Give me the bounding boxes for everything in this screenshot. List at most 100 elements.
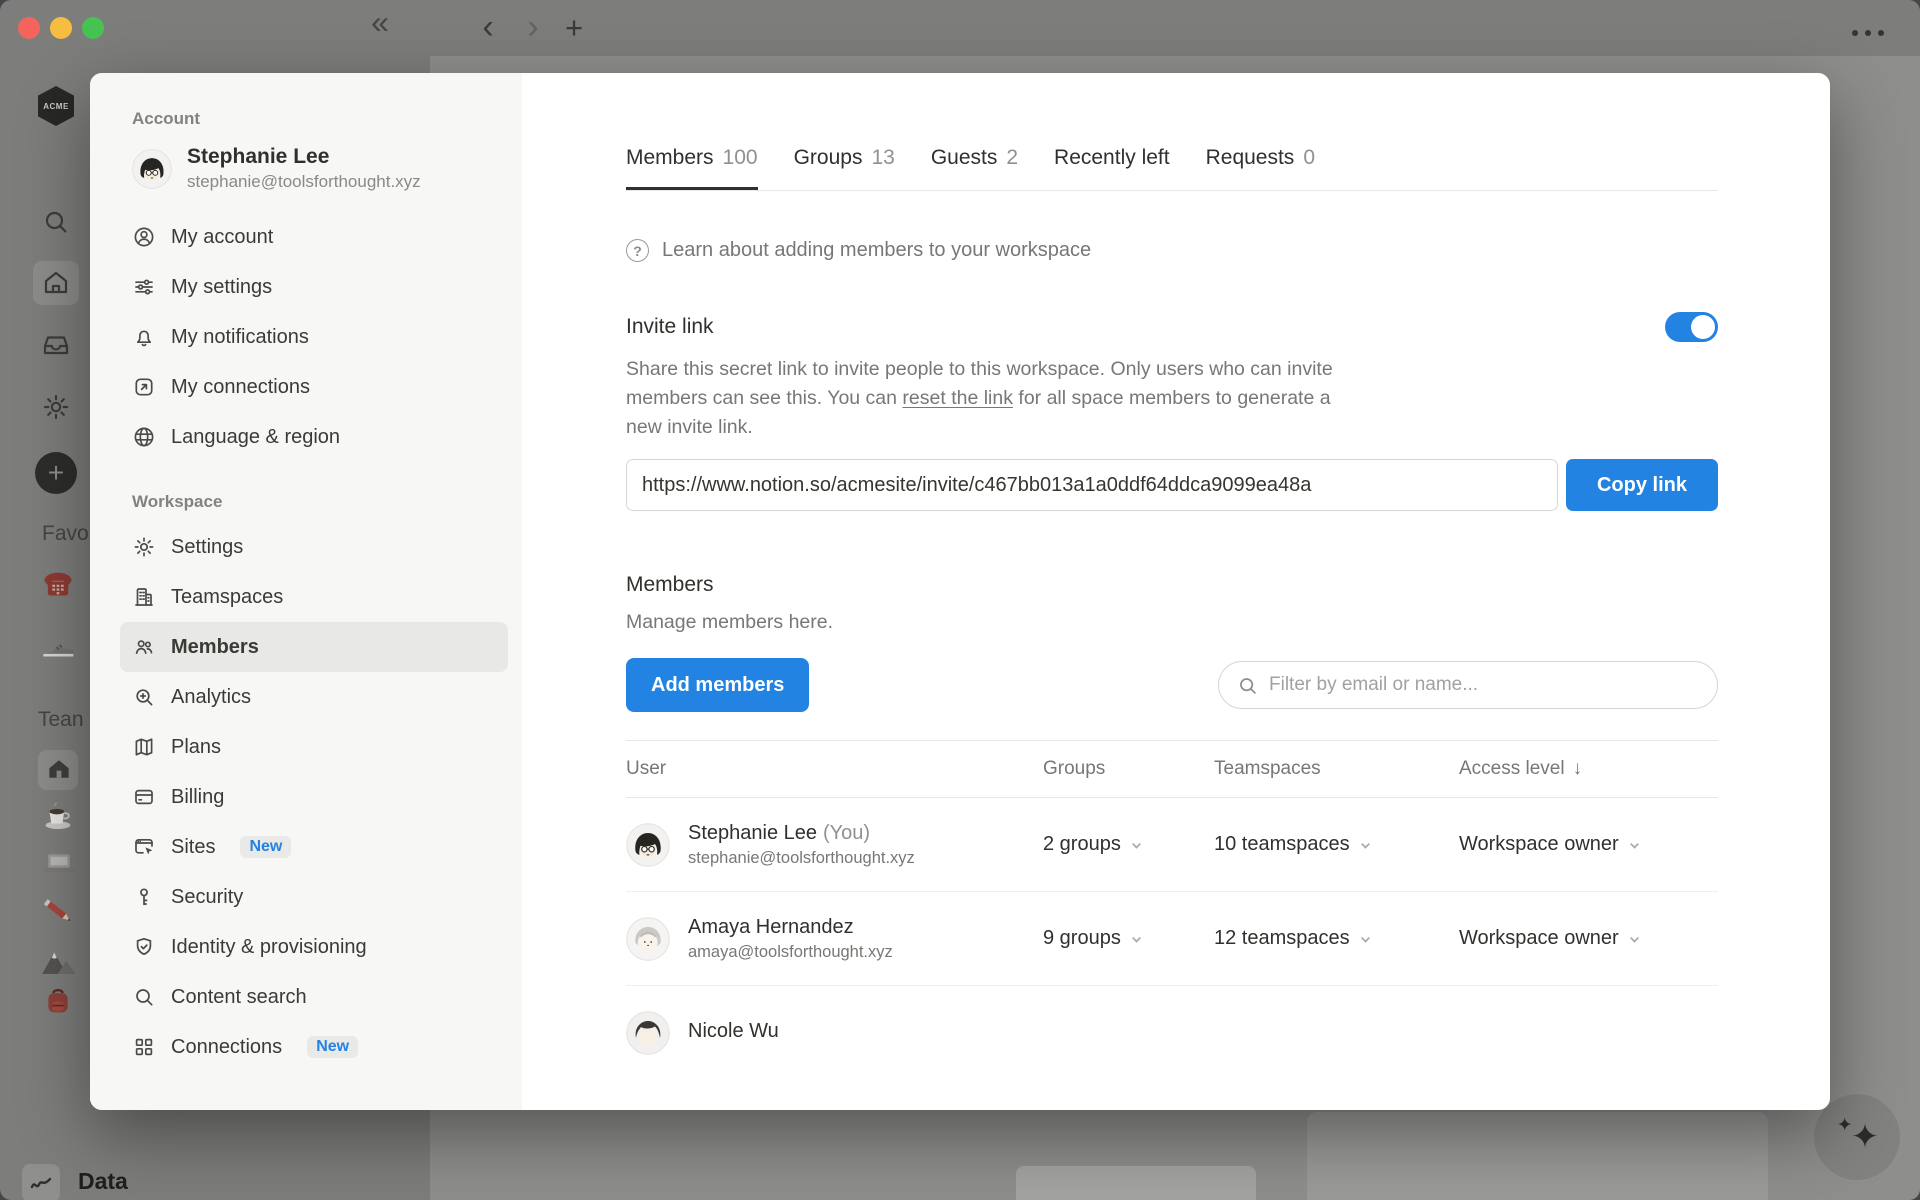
sidebar-item-members[interactable]: Members [120, 622, 508, 672]
help-icon: ? [626, 239, 649, 262]
sidebar-item-sites[interactable]: Sites New [120, 822, 508, 872]
tab-members[interactable]: Members 100 [626, 146, 758, 190]
sidebar-item-my-settings[interactable]: My settings [120, 262, 508, 312]
sidebar-item-analytics[interactable]: Analytics [120, 672, 508, 722]
sidebar-item-my-connections[interactable]: My connections [120, 362, 508, 412]
member-row: Amaya Hernandez amaya@toolsforthought.xy… [626, 892, 1718, 986]
forward-button[interactable]: › [515, 8, 551, 47]
members-settings-panel: Members 100 Groups 13 Guests 2 Recently lef… [522, 73, 1830, 1110]
sidebar-item-language-region[interactable]: Language & region [120, 412, 508, 462]
member-access-dropdown[interactable]: Workspace owner [1459, 833, 1718, 856]
learn-about-members-link[interactable]: ? Learn about adding members to your wor… [626, 239, 1718, 262]
search-icon [1240, 677, 1256, 694]
avatar [626, 822, 670, 867]
member-access-dropdown[interactable]: Workspace owner [1459, 927, 1718, 950]
account-profile[interactable]: Stephanie Lee stephanie@toolsforthought.… [132, 145, 508, 192]
sidebar-item-connections[interactable]: Connections New [120, 1022, 508, 1072]
sidebar-item-my-account[interactable]: My account [120, 212, 508, 262]
data-page-icon[interactable] [22, 1164, 60, 1200]
person-circle-icon [134, 227, 154, 247]
coffee-page-icon[interactable] [41, 798, 75, 832]
search-icon[interactable] [41, 207, 71, 237]
member-name: Nicole Wu [688, 1019, 779, 1042]
workspace-logo[interactable]: ACME [38, 86, 74, 126]
member-email: stephanie@toolsforthought.xyz [688, 848, 915, 867]
settings-sidebar: Account Stephanie Lee stephanie@toolsfor… [90, 73, 522, 1110]
sidebar-item-label: Plans [171, 735, 222, 758]
close-window-button[interactable] [18, 17, 40, 39]
tab-recently-left[interactable]: Recently left [1054, 146, 1170, 190]
add-members-button[interactable]: Add members [626, 658, 810, 712]
more-options-icon[interactable] [1852, 30, 1884, 36]
sidebar-item-plans[interactable]: Plans [120, 722, 508, 772]
new-page-button[interactable]: + [35, 452, 77, 494]
back-button[interactable]: ‹ [470, 8, 506, 47]
tab-guests[interactable]: Guests 2 [931, 146, 1018, 190]
backpack-page-icon[interactable] [41, 984, 75, 1018]
copy-link-button[interactable]: Copy link [1566, 459, 1718, 511]
screen: « ‹ › + ACME + Favo Tean Data Data Home … [0, 0, 1920, 1200]
member-groups-dropdown[interactable]: 2 groups [1043, 833, 1214, 856]
new-badge: New [307, 1036, 359, 1058]
member-name: Stephanie Lee (You) [688, 821, 871, 844]
sparkle-icon: ✦ [1836, 1114, 1853, 1136]
members-tabs: Members 100 Groups 13 Guests 2 Recently lef… [626, 146, 1718, 191]
sidebar-item-label: My connections [171, 375, 310, 398]
sidebar-item-label: Identity & provisioning [171, 935, 367, 958]
member-filter[interactable] [1218, 661, 1718, 709]
sidebar-item-label: Analytics [171, 685, 252, 708]
members-table-header: User Groups Teamspaces Access level ↓ [626, 740, 1718, 798]
member-teamspaces-dropdown[interactable]: 10 teamspaces [1214, 833, 1459, 856]
sidebar-item-identity-provisioning[interactable]: Identity & provisioning [120, 922, 508, 972]
minimize-window-button[interactable] [50, 17, 72, 39]
collapse-sidebar-icon[interactable]: « [358, 4, 402, 41]
member-row: Nicole Wu [626, 986, 1718, 1080]
inbox-icon[interactable] [41, 330, 71, 360]
settings-gear-icon[interactable] [41, 392, 71, 422]
data-section-label[interactable]: Data [78, 1168, 128, 1195]
reset-link[interactable]: reset the link [902, 387, 1013, 409]
credit-card-icon [135, 789, 153, 805]
members-heading: Members [626, 573, 714, 596]
mountain-page-icon[interactable] [41, 944, 77, 980]
member-teamspaces-dropdown[interactable]: 12 teamspaces [1214, 927, 1459, 950]
filter-members-input[interactable] [1269, 674, 1699, 696]
magnifier-plus-icon [136, 689, 153, 706]
profile-email: stephanie@toolsforthought.xyz [187, 172, 421, 191]
chevron-down-icon [1131, 842, 1141, 849]
sidebar-item-teamspaces[interactable]: Teamspaces [120, 572, 508, 622]
tab-groups[interactable]: Groups 13 [794, 146, 895, 190]
sort-desc-icon: ↓ [1572, 758, 1583, 779]
sidebar-item-label: Settings [171, 535, 244, 558]
bell-icon [136, 330, 152, 347]
invite-link-toggle[interactable] [1665, 312, 1718, 342]
avatar [626, 1011, 670, 1055]
learn-link-label: Learn about adding members to your works… [662, 239, 1092, 261]
sidebar-item-content-search[interactable]: Content search [120, 972, 508, 1022]
avatar [626, 916, 670, 961]
globe-icon [134, 427, 154, 447]
app-window: « ‹ › + ACME + Favo Tean Data Data Home … [0, 0, 1920, 1200]
building-icon [135, 588, 153, 606]
sneaker-page-icon[interactable] [41, 628, 77, 664]
pencil-page-icon[interactable] [41, 894, 77, 930]
key-icon [140, 888, 148, 906]
col-access-level[interactable]: Access level ↓ [1459, 758, 1718, 780]
invite-link-input[interactable] [626, 459, 1558, 511]
sidebar-item-settings[interactable]: Settings [120, 522, 508, 572]
tab-requests[interactable]: Requests 0 [1206, 146, 1315, 190]
workspace-section-heading: Workspace [132, 492, 223, 511]
sidebar-item-security[interactable]: Security [120, 872, 508, 922]
member-groups-dropdown[interactable]: 9 groups [1043, 927, 1214, 950]
phone-page-icon[interactable] [41, 566, 75, 600]
background-panel [1307, 1112, 1768, 1200]
sidebar-item-my-notifications[interactable]: My notifications [120, 312, 508, 362]
sidebar-item-billing[interactable]: Billing [120, 772, 508, 822]
laptop-page-icon[interactable] [41, 846, 77, 882]
browser-cursor-icon [135, 838, 153, 855]
home-icon[interactable] [41, 268, 71, 298]
sidebar-item-label: My notifications [171, 325, 309, 348]
team-home-icon[interactable] [47, 757, 71, 781]
new-tab-button[interactable]: + [556, 10, 592, 46]
zoom-window-button[interactable] [82, 17, 104, 39]
